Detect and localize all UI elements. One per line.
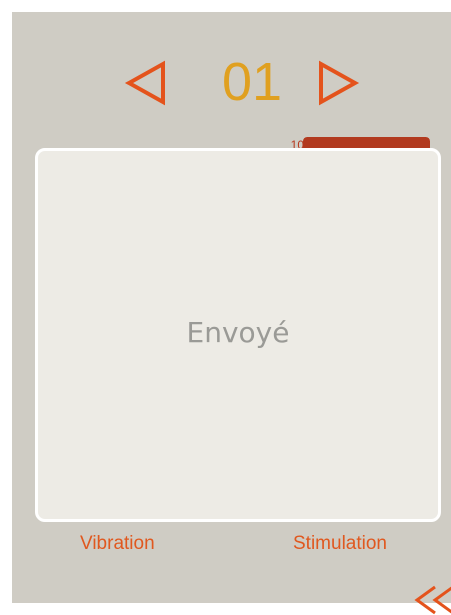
next-button[interactable] (317, 58, 361, 108)
previous-button[interactable] (123, 58, 167, 108)
vibration-label: Vibration (80, 533, 155, 554)
screen: 01 10 Envoyé Vibration Stimulation (12, 12, 451, 615)
triangle-right-outline-icon (319, 60, 360, 106)
triangle-left-outline-icon (124, 60, 165, 106)
item-counter: 01 (221, 52, 283, 112)
pad-status-text: Envoyé (186, 316, 290, 349)
back-button[interactable] (409, 583, 451, 615)
double-chevron-left-icon (414, 585, 451, 615)
stimulation-label: Stimulation (293, 533, 387, 554)
control-pad[interactable]: Envoyé (35, 148, 441, 522)
